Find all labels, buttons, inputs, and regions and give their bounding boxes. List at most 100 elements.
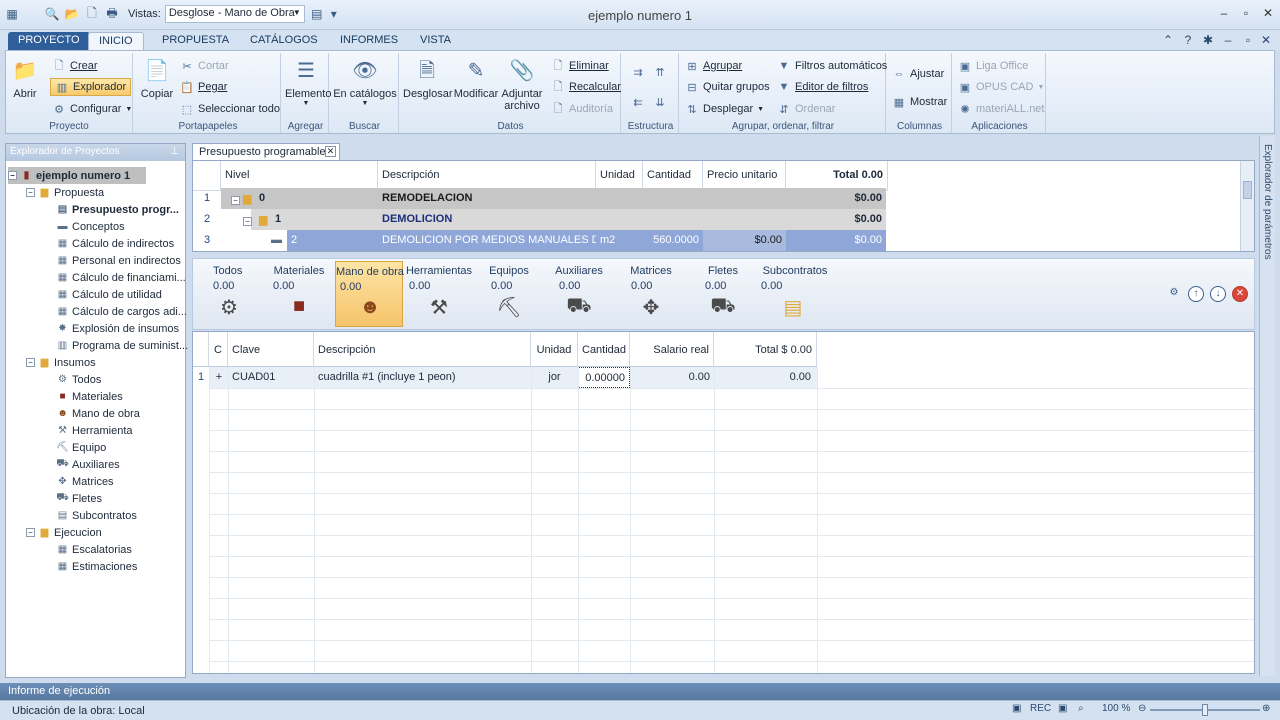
col-precio-header[interactable]: Precio unitario — [703, 161, 786, 191]
layout-icon[interactable]: ▤ — [309, 6, 325, 22]
tree-item-financiamiento[interactable]: ▦ Cálculo de financiami... — [56, 269, 186, 286]
auditoria-button[interactable]: 🗋 Auditoría — [551, 100, 613, 118]
collapse-icon[interactable]: − — [8, 171, 17, 180]
document-tab[interactable]: Presupuesto programable ✕ — [192, 143, 340, 160]
tree-item-presupuesto[interactable]: ▤ Presupuesto progr... — [56, 201, 179, 218]
settings-icon[interactable]: ✱ — [1200, 33, 1216, 47]
vistas-select[interactable]: Desglose - Mano de Obra ▼ — [164, 5, 305, 23]
seleccionar-todo-button[interactable]: ⬚ Seleccionar todo — [180, 100, 280, 118]
tree-item-matrices[interactable]: ✥ Matrices — [56, 473, 113, 490]
tree-item-mano-de-obra[interactable]: ☻ Mano de obra — [56, 405, 140, 422]
col-unidad-header[interactable]: Unidad — [596, 161, 643, 191]
pegar-button[interactable]: 📋 Pegar — [180, 78, 227, 96]
outdent-icon[interactable]: ⇇ — [631, 93, 645, 111]
category-subcontratos[interactable]: Subcontratos 0.00 ▤ — [759, 261, 831, 327]
expand-row-icon[interactable]: + — [211, 367, 227, 388]
editor-de-filtros-button[interactable]: ▼ Editor de filtros — [777, 78, 869, 96]
col-unidad-header[interactable]: Unidad — [531, 332, 578, 367]
crear-button[interactable]: 🗋 Crear — [52, 57, 98, 75]
recalcular-button[interactable]: 🗋 Recalcular — [551, 78, 621, 96]
materiall-button[interactable]: ✺ materiALL.net — [958, 100, 1044, 118]
ordenar-button[interactable]: ⇵ Ordenar — [777, 100, 835, 118]
copiar-button[interactable]: 📄 Copiar — [140, 57, 174, 100]
tree-item-auxiliares[interactable]: ⛟ Auxiliares — [56, 456, 119, 473]
category-auxiliares[interactable]: Auxiliares 0.00 ⛟ — [545, 261, 613, 327]
minimize-icon[interactable]: – — [1214, 6, 1234, 20]
print-icon[interactable]: 🖶 — [104, 6, 120, 22]
tab-vista[interactable]: VISTA — [410, 32, 461, 50]
configure-view-icon[interactable]: ⚙ — [1166, 286, 1182, 302]
zoom-in-icon[interactable]: ⊕ — [1262, 703, 1270, 714]
tree-item-equipo[interactable]: ⛏ Equipo — [56, 439, 106, 456]
tree-propuesta[interactable]: − ▆ Propuesta — [26, 184, 104, 201]
tree-ejecucion[interactable]: − ▆ Ejecucion — [26, 524, 102, 541]
tab-informes[interactable]: INFORMES — [330, 32, 408, 50]
tree-item-fletes[interactable]: ⛟ Fletes — [56, 490, 102, 507]
move-down-icon[interactable]: ⇊ — [653, 93, 667, 111]
search-icon[interactable]: 🔍 — [44, 6, 60, 22]
indent-icon[interactable]: ⇉ — [631, 63, 645, 81]
tree-item-utilidad[interactable]: ▦ Cálculo de utilidad — [56, 286, 162, 303]
col-cantidad-header[interactable]: Cantidad — [578, 332, 630, 367]
en-catalogos-button[interactable]: 👁 En catálogos ▼ — [333, 57, 397, 107]
app-icon[interactable]: ▦ — [4, 6, 20, 22]
collapse-icon[interactable]: − — [243, 217, 252, 226]
col-clave-header[interactable]: Clave — [228, 332, 314, 367]
mostrar-button[interactable]: ▦ Mostrar — [892, 93, 947, 111]
category-matrices[interactable]: Matrices 0.00 ✥ — [617, 261, 685, 327]
tab-propuesta[interactable]: PROPUESTA — [152, 32, 239, 50]
filtros-automaticos-button[interactable]: ▼ Filtros automáticos — [777, 57, 888, 75]
move-up-icon[interactable]: ⇈ — [653, 63, 667, 81]
liga-office-button[interactable]: ▣ Liga Office — [958, 57, 1029, 75]
collapse-ribbon-icon[interactable]: ⌃ — [1160, 33, 1176, 47]
col-nivel-header[interactable]: Nivel — [221, 161, 378, 191]
tree-item-explosion[interactable]: ✸ Explosión de insumos — [56, 320, 179, 337]
doc-close-icon[interactable]: ✕ — [1258, 33, 1274, 47]
col-salario-header[interactable]: Salario real — [630, 332, 714, 367]
col-total-header[interactable]: Total $ 0.00 — [714, 332, 817, 367]
col-cantidad-header[interactable]: Cantidad — [643, 161, 703, 191]
zoom-icon[interactable]: ⌕ — [1078, 703, 1084, 714]
category-fletes[interactable]: Fletes 0.00 ⛟ — [689, 261, 757, 327]
adjuntar-archivo-button[interactable]: 📎 Adjuntar archivo — [499, 57, 545, 112]
opus-cad-button[interactable]: ▣ OPUS CAD ▼ — [958, 78, 1045, 96]
scroll-thumb[interactable] — [1243, 181, 1252, 199]
tree-item-todos[interactable]: ⚙ Todos — [56, 371, 101, 388]
category-equipos[interactable]: Equipos 0.00 ⛏ — [475, 261, 543, 327]
col-total-header[interactable]: Total 0.00 — [786, 161, 888, 191]
record-icon[interactable]: ▣ — [1012, 703, 1021, 714]
collapse-icon[interactable]: − — [26, 358, 35, 367]
category-mano-de-obra[interactable]: Mano de obra 0.00 ☻ — [335, 261, 404, 327]
quitar-grupos-button[interactable]: ⊟ Quitar grupos — [685, 78, 769, 96]
cortar-button[interactable]: ✂ Cortar — [180, 57, 228, 75]
doc-restore-icon[interactable]: ▫ — [1240, 33, 1256, 47]
eliminar-button[interactable]: 🗋 Eliminar — [551, 57, 609, 75]
move-up-icon[interactable]: ↑ — [1188, 286, 1204, 302]
new-document-icon[interactable]: 🗋 — [84, 6, 100, 22]
explorador-button[interactable]: ▥ Explorador — [50, 78, 132, 96]
customize-toolbar-icon[interactable]: ▾ — [329, 6, 339, 22]
close-icon[interactable]: ✕ — [1258, 6, 1278, 20]
tree-item-cargos[interactable]: ▦ Cálculo de cargos adi... — [56, 303, 187, 320]
zoom-out-icon[interactable]: ⊖ — [1138, 703, 1146, 714]
upper-scrollbar[interactable] — [1240, 161, 1254, 251]
desplegar-button[interactable]: ⇅ Desplegar ▼ — [685, 100, 764, 118]
configurar-button[interactable]: ⚙ Configurar ▼ — [52, 100, 132, 118]
tree-item-programa[interactable]: ▥ Programa de suminist... — [56, 337, 188, 354]
col-descripcion-header[interactable]: Descripción — [314, 332, 531, 367]
delete-icon[interactable]: ✕ — [1232, 286, 1248, 302]
col-c-header[interactable]: C — [209, 332, 228, 367]
parameters-explorer-strip[interactable]: Explorador de parámetros — [1259, 136, 1275, 676]
desglosar-button[interactable]: 🗎 Desglosar — [403, 57, 453, 100]
help-icon[interactable]: ? — [1180, 33, 1196, 47]
tree-item-escalatorias[interactable]: ▦ Escalatorias — [56, 541, 132, 558]
modificar-button[interactable]: ✎ Modificar — [453, 57, 499, 100]
tree-root[interactable]: − ▮ ejemplo numero 1 — [8, 167, 147, 184]
open-folder-icon[interactable]: 📂 — [64, 6, 80, 22]
tab-proyecto[interactable]: PROYECTO — [8, 32, 90, 50]
tree-item-materiales[interactable]: ■ Materiales — [56, 388, 122, 405]
tree-insumos[interactable]: − ▆ Insumos — [26, 354, 96, 371]
maximize-icon[interactable]: ▫ — [1236, 6, 1256, 20]
cantidad-cell[interactable]: 0.00000 — [578, 367, 630, 388]
tree-item-estimaciones[interactable]: ▦ Estimaciones — [56, 558, 138, 575]
